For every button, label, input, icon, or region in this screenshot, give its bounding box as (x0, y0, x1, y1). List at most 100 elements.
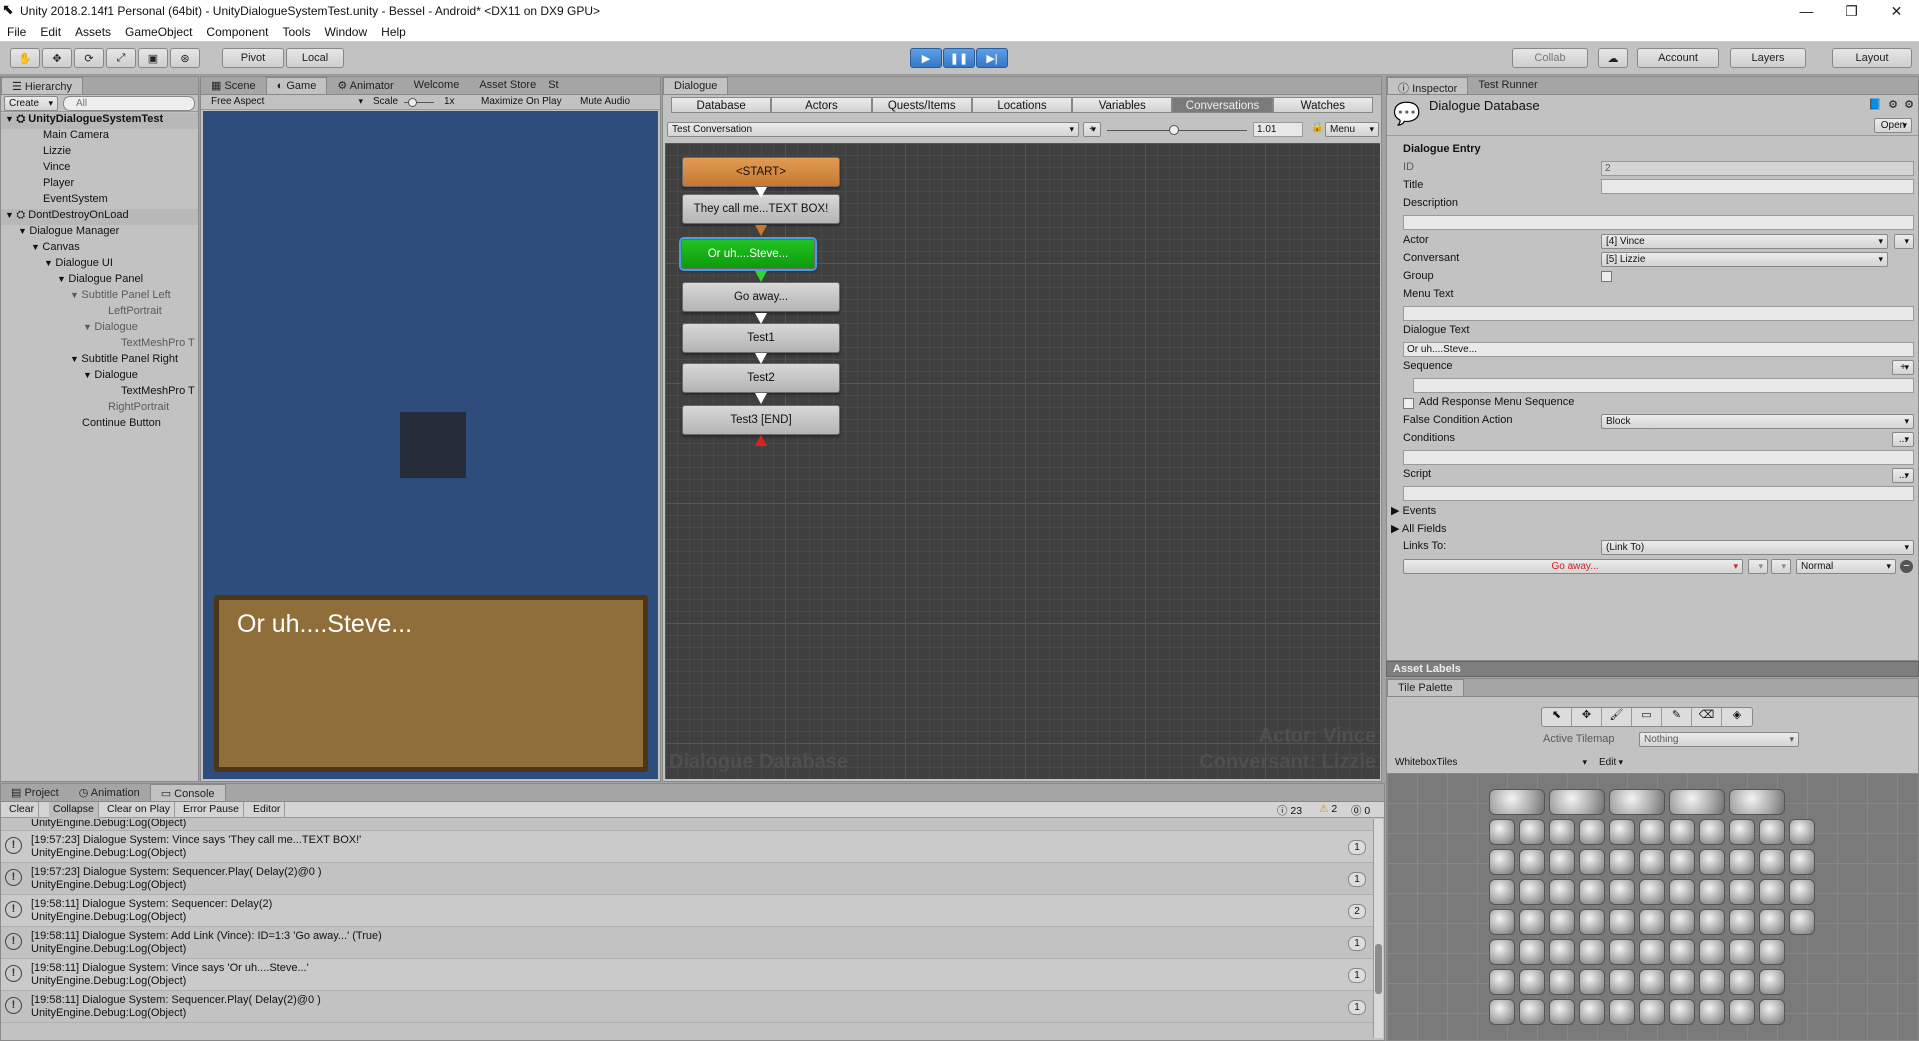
tile-swatch[interactable] (1609, 909, 1635, 935)
group-checkbox[interactable] (1601, 271, 1612, 282)
tile-swatch[interactable] (1699, 969, 1725, 995)
tile-swatch[interactable] (1759, 819, 1785, 845)
cloud-icon[interactable]: ☁ (1598, 48, 1628, 68)
foldout-arrow-icon[interactable]: ▼ (44, 258, 55, 268)
remove-link-icon[interactable]: − (1900, 560, 1913, 573)
menu-dropdown[interactable]: Menu (1325, 122, 1379, 137)
hierarchy-item[interactable]: ▼ ⛭ DontDestroyOnLoad (1, 209, 198, 225)
pivot-toggle[interactable]: Pivot (222, 48, 284, 68)
picker-tool-icon[interactable]: ✎ (1662, 708, 1692, 726)
settings-icon[interactable]: ⚙ (1888, 98, 1898, 111)
tile-swatch[interactable] (1489, 999, 1515, 1025)
console-scrollbar-thumb[interactable] (1375, 944, 1382, 994)
game-view[interactable]: Or uh....Steve... (203, 111, 658, 779)
tile-swatch[interactable] (1609, 819, 1635, 845)
warning-count[interactable]: ⚠ 2 (1319, 803, 1337, 815)
tile-swatch[interactable] (1669, 849, 1695, 875)
conversant-dropdown[interactable]: [5] Lizzie (1601, 252, 1888, 267)
tile-swatch[interactable] (1609, 789, 1665, 815)
tile-swatch[interactable] (1489, 789, 1545, 815)
select-tool-icon[interactable]: ⬉ (1542, 708, 1572, 726)
tile-swatch[interactable] (1699, 909, 1725, 935)
tile-swatch[interactable] (1729, 939, 1755, 965)
dialogue-text-field[interactable]: Or uh....Steve... (1403, 342, 1914, 357)
tile-swatch[interactable] (1489, 939, 1515, 965)
tile-swatch[interactable] (1789, 819, 1815, 845)
maximize-button[interactable]: ❐ (1829, 3, 1874, 20)
hand-tool-icon[interactable]: ✋ (10, 48, 40, 68)
script-wizard-button[interactable]: ... (1892, 468, 1914, 483)
hierarchy-item[interactable]: Lizzie (1, 145, 198, 161)
tile-swatch[interactable] (1549, 969, 1575, 995)
tile-swatch[interactable] (1639, 939, 1665, 965)
lock-icon[interactable]: 🔒 (1311, 122, 1323, 133)
tile-swatch[interactable] (1729, 999, 1755, 1025)
tile-swatch[interactable] (1519, 999, 1545, 1025)
dialogue-tab-conversations[interactable]: Conversations (1172, 97, 1273, 113)
tile-swatch[interactable] (1579, 969, 1605, 995)
tile-swatch[interactable] (1699, 939, 1725, 965)
hierarchy-item[interactable]: ▼ ⛭ UnityDialogueSystemTest (1, 113, 198, 129)
console-entry[interactable]: ! [19:58:11] Dialogue System: Vince says … (1, 959, 1374, 991)
tab-game[interactable]: ◐ Game (265, 77, 328, 94)
tile-swatch[interactable] (1609, 939, 1635, 965)
console-scrollbar[interactable] (1373, 819, 1383, 1038)
tile-swatch[interactable] (1639, 969, 1665, 995)
tab-inspector[interactable]: ⓘ Inspector (1387, 77, 1469, 95)
hierarchy-item[interactable]: TextMeshPro T (1, 337, 198, 353)
sequence-add-button[interactable]: + (1892, 360, 1914, 375)
dialogue-node[interactable]: Test1 (682, 323, 840, 353)
tile-swatch[interactable] (1669, 819, 1695, 845)
tile-swatch[interactable] (1579, 819, 1605, 845)
hierarchy-item[interactable]: ▼ Dialogue Panel (1, 273, 198, 289)
link-priority-dropdown[interactable]: Normal (1796, 559, 1896, 574)
tab-asset-store[interactable]: Asset Store (469, 77, 546, 94)
foldout-arrow-icon[interactable]: ▼ (70, 354, 81, 364)
console-entry[interactable]: ! [19:57:23] Dialogue System: Vince says … (1, 831, 1374, 863)
transform-tool-icon[interactable]: ⊛ (170, 48, 200, 68)
tile-swatch[interactable] (1759, 909, 1785, 935)
foldout-arrow-icon[interactable]: ▼ (83, 370, 94, 380)
tile-swatch[interactable] (1489, 969, 1515, 995)
tab-tile-palette[interactable]: Tile Palette (1387, 679, 1464, 696)
console-entry[interactable]: ! [19:58:11] Dialogue System: Sequencer.P… (1, 991, 1374, 1023)
palette-dropdown[interactable]: WhiteboxTiles (1391, 756, 1591, 771)
tab-test-runner[interactable]: Test Runner (1468, 77, 1547, 94)
tile-swatch[interactable] (1729, 909, 1755, 935)
tile-swatch[interactable] (1609, 879, 1635, 905)
tile-swatch[interactable] (1579, 849, 1605, 875)
tile-swatch[interactable] (1789, 879, 1815, 905)
tile-swatch[interactable] (1609, 999, 1635, 1025)
menu-window[interactable]: Window (317, 25, 374, 39)
tile-swatch[interactable] (1579, 939, 1605, 965)
dialogue-tab-database[interactable]: Database (671, 97, 772, 113)
pause-button[interactable]: ❚❚ (943, 48, 975, 68)
tile-swatch[interactable] (1669, 999, 1695, 1025)
add-conversation-button[interactable]: + (1083, 122, 1101, 137)
menu-text-field[interactable] (1403, 306, 1914, 321)
conditions-wizard-button[interactable]: ... (1892, 432, 1914, 447)
zoom-field[interactable]: 1.01 (1253, 122, 1303, 137)
tile-swatch[interactable] (1759, 999, 1785, 1025)
hierarchy-search-input[interactable] (63, 96, 195, 111)
description-field[interactable] (1403, 215, 1914, 230)
menu-help[interactable]: Help (374, 25, 413, 39)
create-dropdown[interactable]: Create (4, 96, 58, 111)
tile-swatch[interactable] (1699, 849, 1725, 875)
move-tool-icon[interactable]: ✥ (42, 48, 72, 68)
hierarchy-item[interactable]: RightPortrait (1, 401, 198, 417)
hierarchy-item[interactable]: LeftPortrait (1, 305, 198, 321)
swap-actor-button[interactable] (1894, 234, 1914, 249)
tab-animator[interactable]: ⚙ Animator (327, 77, 403, 94)
clear-on-play-button[interactable]: Clear on Play (103, 802, 176, 818)
tile-swatch[interactable] (1549, 879, 1575, 905)
node-graph-canvas[interactable]: <START> They call me...TEXT BOX! Or uh....… (665, 143, 1380, 779)
play-button[interactable]: ▶ (910, 48, 942, 68)
tile-swatch[interactable] (1489, 909, 1515, 935)
tile-swatch[interactable] (1549, 819, 1575, 845)
dialogue-tab-locations[interactable]: Locations (971, 97, 1073, 113)
dialogue-node[interactable]: Go away... (682, 282, 840, 312)
tile-swatch[interactable] (1549, 999, 1575, 1025)
step-button[interactable]: ▶| (976, 48, 1008, 68)
tab-overflow[interactable]: St (546, 77, 560, 94)
